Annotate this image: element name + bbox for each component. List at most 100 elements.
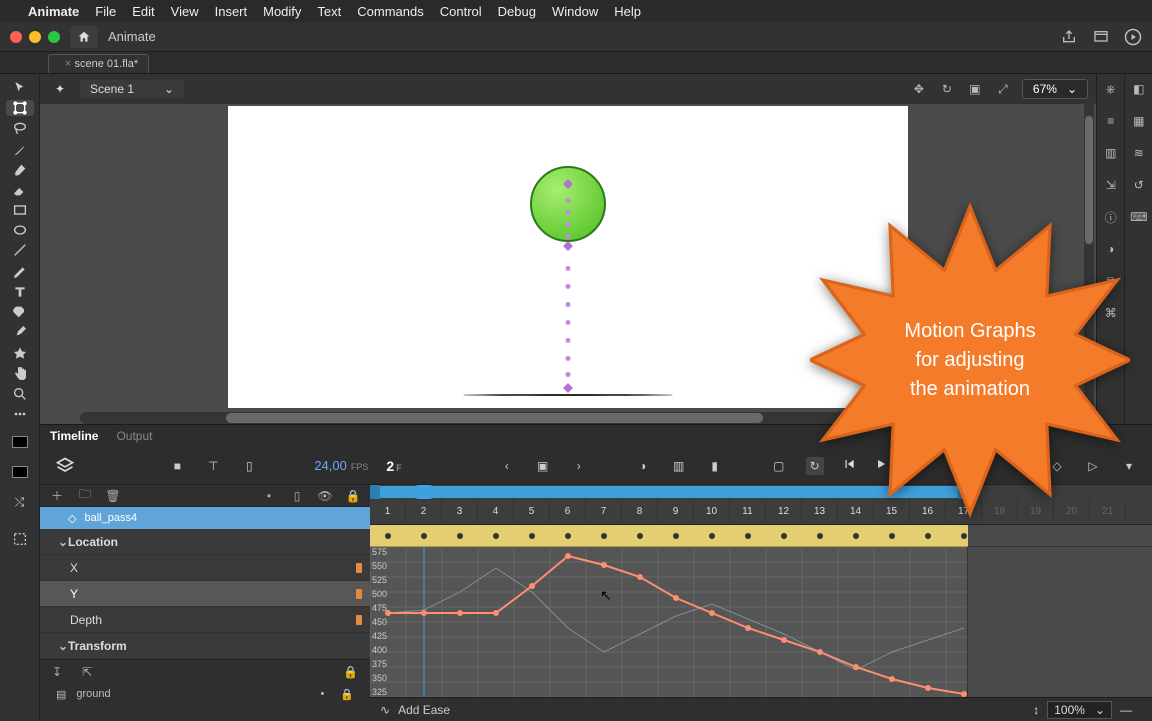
ruler-frame[interactable]: 11 bbox=[730, 499, 766, 525]
ruler-frame[interactable]: 12 bbox=[766, 499, 802, 525]
keyframe-dot[interactable] bbox=[853, 533, 859, 539]
ruler-frame[interactable]: 10 bbox=[694, 499, 730, 525]
onion-skin-icon[interactable]: ◑ bbox=[634, 457, 652, 475]
snap-option-icon[interactable] bbox=[6, 526, 34, 552]
layer-options-icon[interactable]: ▯ bbox=[240, 457, 258, 475]
properties-panel-icon[interactable]: ≡ bbox=[1102, 112, 1120, 130]
current-frame-display[interactable]: 2F bbox=[386, 458, 401, 474]
keyframe-dot[interactable] bbox=[421, 533, 427, 539]
delete-layer-icon[interactable]: 🗑 bbox=[106, 489, 120, 503]
layer-lock-icon[interactable]: 🔒 bbox=[340, 688, 354, 701]
keyframe-dot[interactable] bbox=[601, 533, 607, 539]
step-back-one-icon[interactable]: ‹ bbox=[498, 457, 516, 475]
keyframe-dot[interactable] bbox=[889, 533, 895, 539]
ruler-frame[interactable]: 7 bbox=[586, 499, 622, 525]
prop-depth[interactable]: Depth bbox=[40, 607, 370, 633]
lock-layer-icon[interactable]: 🔒 bbox=[346, 489, 360, 503]
motion-panel-icon[interactable]: ≋ bbox=[1130, 144, 1148, 162]
ball-shape[interactable] bbox=[530, 166, 606, 242]
brush-lib-panel-icon[interactable]: ▦ bbox=[1130, 112, 1148, 130]
layer-row-ball[interactable]: ◇ ball_pass4 bbox=[40, 507, 370, 529]
rectangle-tool[interactable] bbox=[6, 202, 34, 218]
menu-app[interactable]: Animate bbox=[28, 4, 79, 19]
brush-tool[interactable] bbox=[6, 162, 34, 178]
free-transform-tool[interactable] bbox=[6, 100, 34, 116]
clip-stage-icon[interactable]: ▣ bbox=[966, 80, 984, 98]
keyframe-dot[interactable] bbox=[457, 533, 463, 539]
prop-group-location[interactable]: ⌄Location bbox=[40, 529, 370, 555]
selection-tool[interactable] bbox=[6, 80, 34, 96]
motion-keyframe-icon[interactable] bbox=[563, 383, 573, 393]
swap-colors-icon[interactable]: ⤭ bbox=[6, 492, 34, 512]
ruler-frame[interactable]: 4 bbox=[478, 499, 514, 525]
ruler-frame[interactable]: 2 bbox=[406, 499, 442, 525]
motion-keyframe-icon[interactable] bbox=[563, 241, 573, 251]
keyframe-dot[interactable] bbox=[493, 533, 499, 539]
motion-graph[interactable]: 575550525500475450425400375350325 ↖ bbox=[370, 547, 968, 697]
menu-view[interactable]: View bbox=[171, 4, 199, 19]
rotate-stage-icon[interactable]: ↻ bbox=[938, 80, 956, 98]
menu-commands[interactable]: Commands bbox=[357, 4, 423, 19]
keyframe-dot[interactable] bbox=[529, 533, 535, 539]
highlight-layer-icon[interactable]: • bbox=[262, 489, 276, 503]
menu-window[interactable]: Window bbox=[552, 4, 598, 19]
tab-close-icon[interactable]: × bbox=[65, 58, 71, 70]
graph-vzoom-icon[interactable]: ↕ bbox=[1033, 703, 1039, 717]
share-icon[interactable] bbox=[1060, 28, 1078, 46]
transform-panel-icon[interactable]: ⇲ bbox=[1102, 176, 1120, 194]
prop-y[interactable]: Y bbox=[40, 581, 370, 607]
layer-row-ground[interactable]: ▤ ground • 🔒 bbox=[40, 683, 370, 705]
tab-timeline[interactable]: Timeline bbox=[50, 429, 98, 443]
menu-text[interactable]: Text bbox=[317, 4, 341, 19]
fps-display[interactable]: 24,00FPS bbox=[314, 458, 368, 473]
ruler-frame[interactable]: 1 bbox=[370, 499, 406, 525]
ruler-frame[interactable]: 6 bbox=[550, 499, 586, 525]
prop-x[interactable]: X bbox=[40, 555, 370, 581]
lasso-tool[interactable] bbox=[6, 120, 34, 136]
ruler-frame[interactable]: 3 bbox=[442, 499, 478, 525]
ruler-frame[interactable]: 5 bbox=[514, 499, 550, 525]
line-tool[interactable] bbox=[6, 242, 34, 258]
fit-graph-icon[interactable]: ⇱ bbox=[82, 665, 92, 679]
keyboard-panel-icon[interactable]: ⌨ bbox=[1130, 208, 1148, 226]
document-tab[interactable]: × scene 01.fla* bbox=[48, 54, 149, 73]
new-layer-icon[interactable]: ＋ bbox=[50, 489, 64, 503]
edit-multiple-icon[interactable]: ▥ bbox=[670, 457, 688, 475]
zoom-tool[interactable] bbox=[6, 386, 34, 402]
insert-keyframe-icon[interactable]: ▣ bbox=[534, 457, 552, 475]
assets-panel-icon[interactable]: ⎈ bbox=[1102, 80, 1120, 98]
history-panel-icon[interactable]: ↺ bbox=[1130, 176, 1148, 194]
playhead[interactable] bbox=[416, 485, 432, 499]
ruler-frame[interactable]: 9 bbox=[658, 499, 694, 525]
graph-hzoom-icon[interactable]: — bbox=[1120, 703, 1132, 717]
loop-off-icon[interactable]: ▢ bbox=[770, 457, 788, 475]
graph-zoom-dropdown[interactable]: 100%⌄ bbox=[1047, 701, 1112, 719]
keyframe-dot[interactable] bbox=[781, 533, 787, 539]
visibility-layer-icon[interactable]: 👁 bbox=[318, 489, 332, 503]
text-tool[interactable] bbox=[6, 284, 34, 300]
prop-group-transform[interactable]: ⌄Transform bbox=[40, 633, 370, 659]
fill-color-swatch[interactable] bbox=[6, 462, 34, 482]
keyframe-dot[interactable] bbox=[817, 533, 823, 539]
eraser-tool[interactable] bbox=[6, 182, 34, 198]
keyframe-dot[interactable] bbox=[673, 533, 679, 539]
range-start-handle[interactable] bbox=[370, 485, 380, 499]
more-tools[interactable] bbox=[6, 406, 34, 422]
lock-icon[interactable]: 🔒 bbox=[343, 665, 358, 679]
oval-tool[interactable] bbox=[6, 222, 34, 238]
keyframe-dot[interactable] bbox=[925, 533, 931, 539]
menu-file[interactable]: File bbox=[95, 4, 116, 19]
marker-icon[interactable]: ▮ bbox=[706, 457, 724, 475]
camera-tool[interactable] bbox=[6, 346, 34, 362]
keyframe-dot[interactable] bbox=[745, 533, 751, 539]
step-forward-one-icon[interactable]: › bbox=[570, 457, 588, 475]
workspace-icon[interactable] bbox=[1092, 28, 1110, 46]
menu-insert[interactable]: Insert bbox=[215, 4, 248, 19]
keyframe-dot[interactable] bbox=[637, 533, 643, 539]
align-panel-icon[interactable]: ▥ bbox=[1102, 144, 1120, 162]
hand-tool[interactable] bbox=[6, 366, 34, 382]
pen-tool[interactable] bbox=[6, 264, 34, 280]
fluid-brush-tool[interactable] bbox=[6, 142, 34, 158]
layer-dot-icon[interactable]: • bbox=[320, 688, 324, 701]
center-stage-icon[interactable]: ✥ bbox=[910, 80, 928, 98]
